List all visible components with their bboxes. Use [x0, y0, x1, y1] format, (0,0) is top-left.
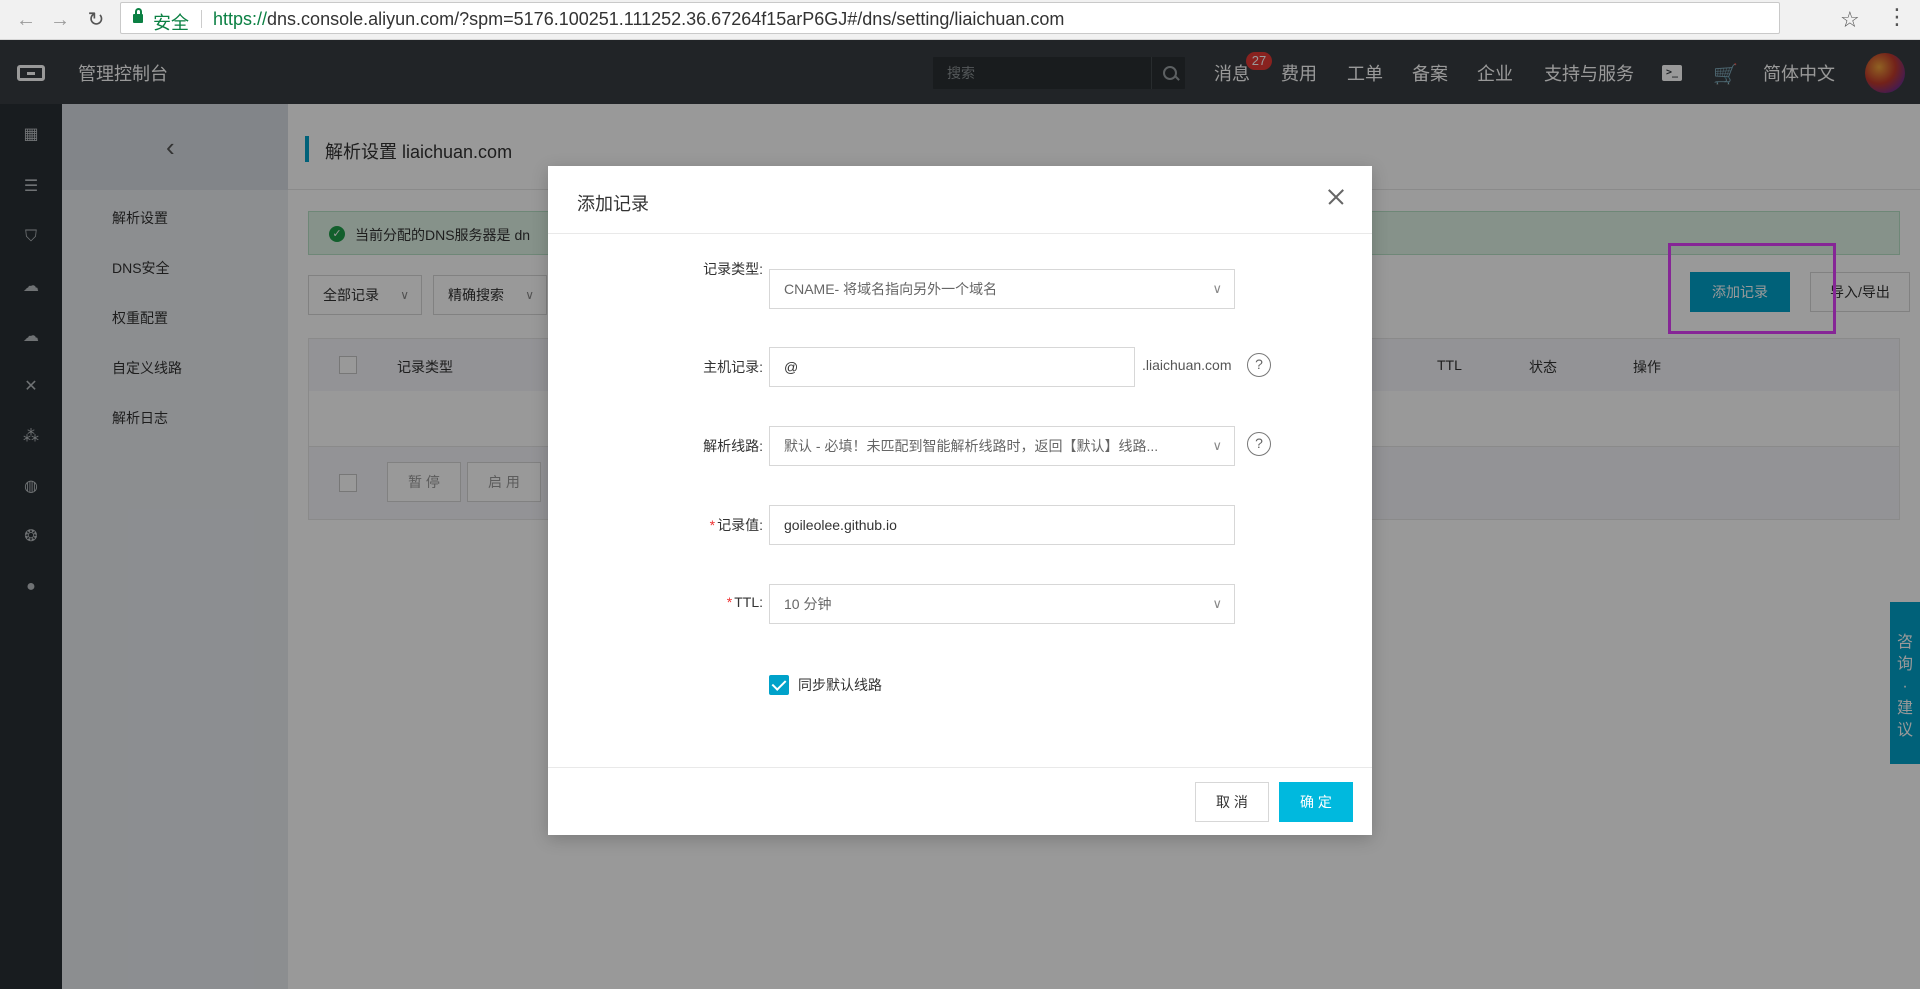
lock-icon: [133, 8, 143, 23]
chevron-down-icon: ∨: [1212, 438, 1222, 453]
close-icon[interactable]: [1326, 186, 1348, 208]
ttl-label-text: TTL:: [734, 594, 763, 610]
forward-icon[interactable]: →: [48, 8, 72, 32]
ttl-value: 10 分钟: [784, 596, 832, 612]
ttl-select[interactable]: 10 分钟 ∨: [769, 584, 1235, 624]
required-mark: *: [709, 517, 716, 533]
bookmark-star-icon[interactable]: ☆: [1840, 7, 1860, 33]
help-icon[interactable]: ?: [1247, 432, 1271, 456]
record-type-value: CNAME- 将域名指向另外一个域名: [784, 281, 998, 297]
sync-default-line-checkbox[interactable]: [769, 675, 789, 695]
confirm-button[interactable]: 确 定: [1279, 782, 1353, 822]
record-value-input[interactable]: [769, 505, 1235, 545]
help-icon[interactable]: ?: [1247, 353, 1271, 377]
browser-menu-icon[interactable]: ⋮: [1886, 6, 1908, 28]
required-mark: *: [726, 594, 733, 610]
omnibox-divider: [201, 10, 202, 28]
dialog-title: 添加记录: [577, 194, 649, 214]
record-type-label: 记录类型:: [703, 261, 763, 277]
value-label-text: 记录值:: [717, 517, 763, 533]
host-label: 主机记录:: [703, 359, 763, 375]
dialog-header: 添加记录: [548, 166, 1372, 234]
dialog-footer-divider: [548, 767, 1372, 768]
chevron-down-icon: ∨: [1212, 281, 1222, 296]
line-select[interactable]: 默认 - 必填！未匹配到智能解析线路时，返回【默认】线路... ∨: [769, 426, 1235, 466]
line-label: 解析线路:: [703, 438, 763, 454]
url-text[interactable]: https://dns.console.aliyun.com/?spm=5176…: [213, 9, 1064, 30]
add-record-dialog: 添加记录 记录类型: CNAME- 将域名指向另外一个域名 ∨ 主机记录: .l…: [548, 166, 1372, 835]
url-path: dns.console.aliyun.com/?spm=5176.100251.…: [267, 9, 1065, 29]
chevron-down-icon: ∨: [1212, 596, 1222, 611]
ttl-label: * TTL:: [603, 594, 763, 610]
back-icon[interactable]: ←: [14, 8, 38, 32]
url-scheme: https://: [213, 9, 268, 29]
value-label: * 记录值:: [603, 515, 763, 535]
reload-icon[interactable]: ↻: [84, 8, 108, 32]
address-bar[interactable]: 安全 https://dns.console.aliyun.com/?spm=5…: [120, 2, 1780, 34]
host-input[interactable]: [769, 347, 1135, 387]
browser-toolbar: ← → ↻ 安全 https://dns.console.aliyun.com/…: [0, 0, 1920, 40]
line-value: 默认 - 必填！未匹配到智能解析线路时，返回【默认】线路...: [784, 438, 1159, 454]
secure-label: 安全: [153, 13, 189, 33]
host-suffix: .liaichuan.com: [1142, 357, 1232, 373]
record-type-select[interactable]: CNAME- 将域名指向另外一个域名 ∨: [769, 269, 1235, 309]
sync-default-line-label[interactable]: 同步默认线路: [798, 675, 882, 695]
cancel-button[interactable]: 取 消: [1195, 782, 1269, 822]
